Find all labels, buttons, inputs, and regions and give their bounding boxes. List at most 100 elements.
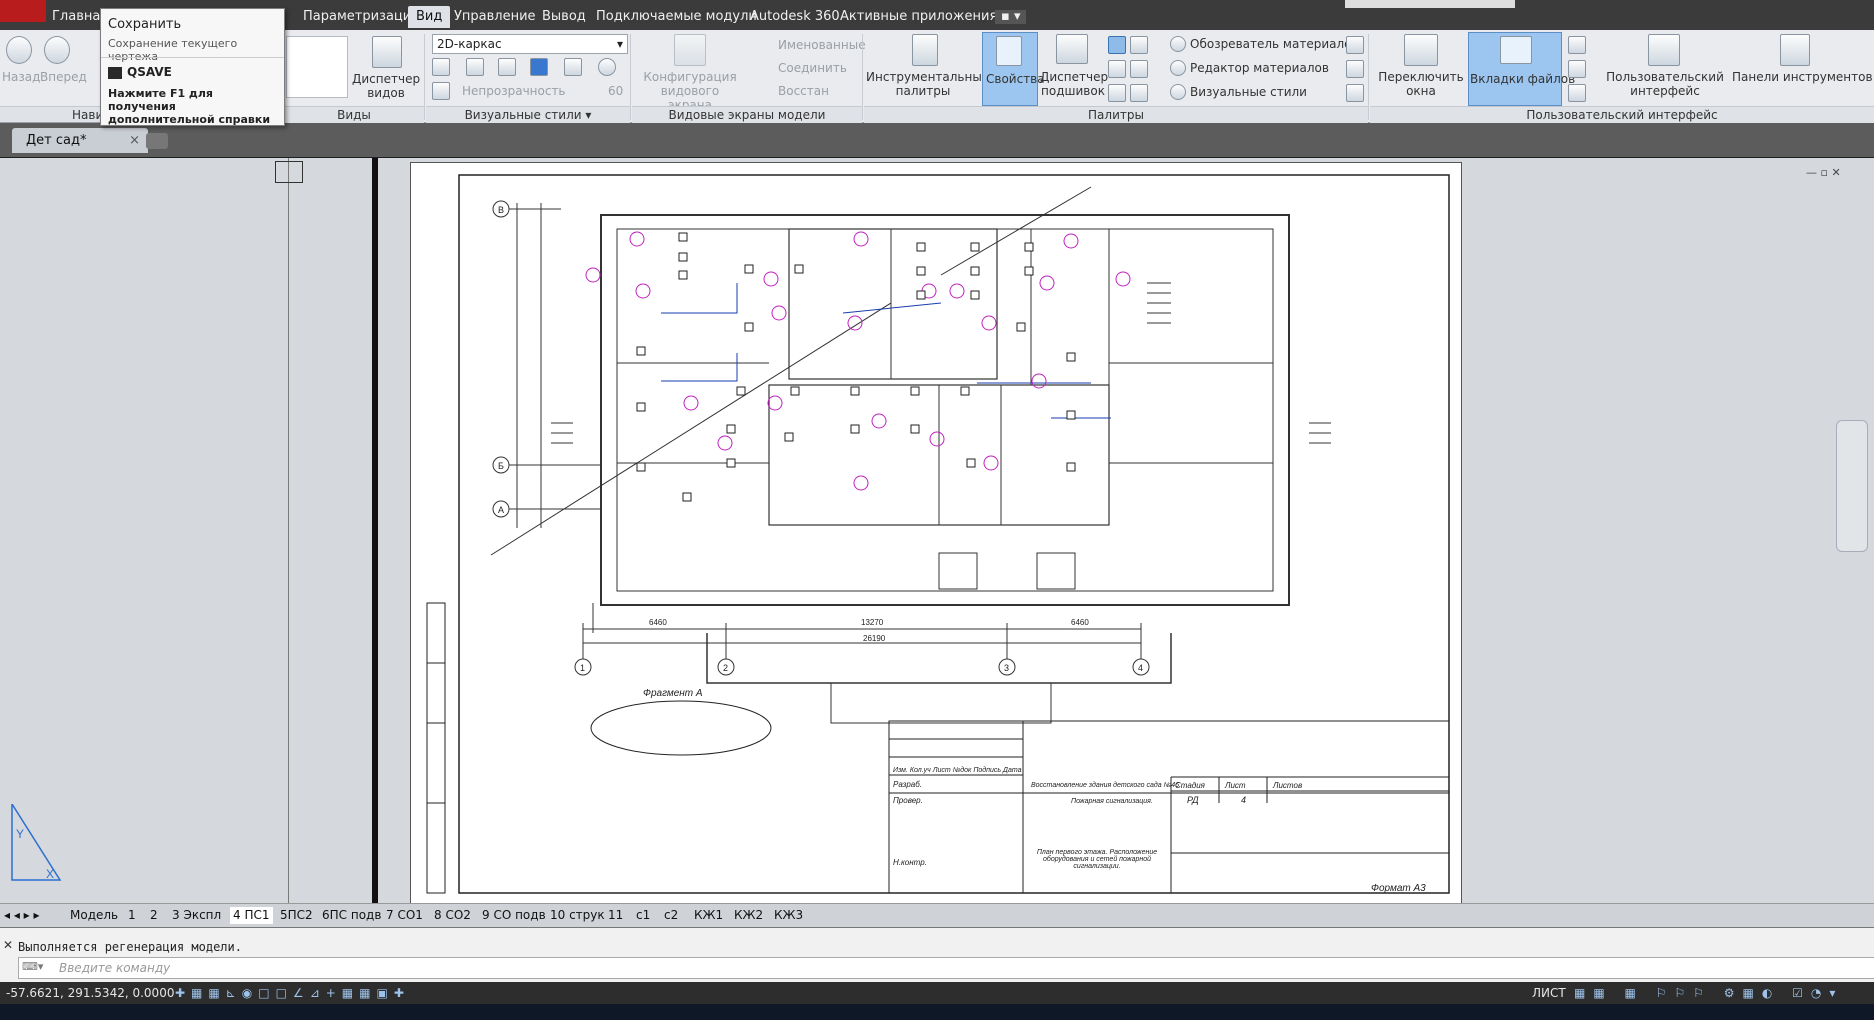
layout-tab-c1[interactable]: с1: [636, 907, 650, 924]
style-icon-6[interactable]: [598, 58, 616, 76]
app-menu-button[interactable]: [0, 0, 46, 22]
floor-plan-drawing[interactable]: 6460 13270 6460 26190 1 2 3 4 А Б В Фраг…: [411, 163, 1461, 903]
visual-styles-manager-button[interactable]: Визуальные стили: [1190, 85, 1307, 99]
toolbars-icon[interactable]: [1780, 34, 1810, 66]
tab-manage[interactable]: Управление: [446, 6, 544, 28]
materials-browser-icon: [1170, 36, 1186, 52]
axis-A: А: [498, 505, 504, 515]
viewport-join-button[interactable]: Соединить: [778, 61, 847, 75]
tooltip-command: QSAVE: [127, 65, 172, 79]
layout-tab-3[interactable]: 3 Экспл: [172, 907, 221, 924]
role-developer: Разраб.: [893, 780, 922, 789]
toolbars-button[interactable]: Панели инструментов: [1732, 70, 1873, 84]
tab-plugins[interactable]: Подключаемые модули: [588, 6, 765, 28]
user-interface-button[interactable]: Пользовательский интерфейс: [1606, 70, 1724, 98]
views-list[interactable]: [286, 36, 348, 98]
layout-tab-1[interactable]: 1: [128, 907, 136, 924]
palette-small-icon-1[interactable]: [1108, 36, 1126, 54]
sheet-set-icon[interactable]: [1056, 34, 1088, 64]
layout-tab-c2[interactable]: с2: [664, 907, 678, 924]
style-icon-3[interactable]: [498, 58, 516, 76]
coordinates-readout[interactable]: -57.6621, 291.5342, 0.0000: [6, 982, 174, 1004]
visual-styles-manager-icon: [1170, 84, 1186, 100]
navigation-bar[interactable]: [1836, 420, 1868, 552]
close-icon[interactable]: ×: [129, 128, 140, 153]
layout-tab-6[interactable]: 6ПС подв: [322, 907, 381, 924]
drafting-toggles[interactable]: ✚▦▦⊾◉□□∠⊿+▦▦▣✚: [175, 982, 410, 1004]
palette-small-icon-4[interactable]: [1130, 60, 1148, 78]
layout-tab-kzh2[interactable]: КЖ2: [734, 907, 763, 924]
sheet-set-button[interactable]: Диспетчер подшивок: [1040, 70, 1108, 98]
style-icon-1[interactable]: [432, 58, 450, 76]
svg-text:Y: Y: [16, 827, 24, 841]
tab-active-apps[interactable]: Активные приложения: [832, 6, 1005, 28]
opacity-value[interactable]: 60: [608, 84, 623, 98]
switch-windows-icon[interactable]: [1404, 34, 1438, 66]
tool-palettes-button[interactable]: Инструментальные палитры: [866, 70, 989, 98]
close-icon[interactable]: ✕: [3, 938, 13, 952]
materials-browser-button[interactable]: Обозреватель материалов: [1190, 37, 1359, 51]
layout-tab-kzh3[interactable]: КЖ3: [774, 907, 803, 924]
viewport-named-button[interactable]: Именованные: [778, 38, 866, 52]
tool-palettes-icon[interactable]: [912, 34, 938, 66]
palette-small-icon-3[interactable]: [1108, 60, 1126, 78]
style-icon-5[interactable]: [564, 58, 582, 76]
layout-tab-2[interactable]: 2: [150, 907, 158, 924]
document-tab[interactable]: Дет сад* ×: [12, 128, 148, 153]
layout-nav-icon[interactable]: ◂ ◂ ▸ ▸: [4, 907, 40, 924]
layout-tab-5[interactable]: 5ПС2: [280, 907, 313, 924]
ui-small-icon-3[interactable]: [1568, 84, 1586, 102]
switch-windows-button[interactable]: Переключить окна: [1378, 70, 1464, 98]
style-icon-4[interactable]: [530, 58, 548, 76]
visual-style-combo[interactable]: 2D-каркас ▾: [432, 34, 628, 54]
viewport-window-controls[interactable]: — ▫ ✕: [1806, 166, 1841, 179]
layout-tab-10[interactable]: 10 струк: [550, 907, 605, 924]
palette-small-icon-2[interactable]: [1130, 36, 1148, 54]
properties-label: Свойства: [986, 72, 1045, 86]
project-name: Восстановление здания детского сада №46.: [1031, 781, 1181, 789]
layout-tab-8[interactable]: 8 СО2: [434, 907, 471, 924]
space-toggle[interactable]: ЛИСТ: [1532, 982, 1566, 1004]
tab-view[interactable]: Вид: [408, 6, 451, 28]
palette-small-icon-9[interactable]: [1346, 84, 1364, 102]
view-manager-icon[interactable]: [372, 36, 402, 68]
command-prompt-icon[interactable]: ⌨▾: [22, 960, 43, 973]
layout-tab-model[interactable]: Модель: [70, 907, 118, 924]
view-manager-button[interactable]: Диспетчер видов: [352, 72, 420, 100]
viewport-restore-button[interactable]: Восстан: [778, 84, 829, 98]
palette-small-icon-6[interactable]: [1130, 84, 1148, 102]
panel-label-user-interface: Пользовательский интерфейс: [1370, 106, 1874, 123]
palette-small-icon-7[interactable]: [1346, 36, 1364, 54]
layout-tab-9[interactable]: 9 СО подв: [482, 907, 546, 924]
materials-editor-button[interactable]: Редактор материалов: [1190, 61, 1329, 75]
ui-small-icon-2[interactable]: [1568, 60, 1586, 78]
palette-small-icon-5[interactable]: [1108, 84, 1126, 102]
panel-visual-styles-text: Визуальные стили: [464, 108, 582, 122]
back-button[interactable]: Назад: [2, 70, 40, 84]
search-input[interactable]: [1345, 0, 1515, 8]
crosshair-cursor: [275, 161, 303, 183]
status-tray-icons[interactable]: ▦▦ ▦ ⚐⚐⚐ ⚙▦◐ ☑◔▾: [1574, 982, 1843, 1004]
tab-output[interactable]: Вывод: [534, 6, 594, 28]
forward-button[interactable]: Вперед: [40, 70, 87, 84]
layout-tab-4-active[interactable]: 4 ПС1: [230, 907, 273, 924]
forward-icon[interactable]: [44, 36, 70, 64]
fragment-label: Фрагмент А: [643, 688, 703, 699]
layout-tab-11[interactable]: 11: [608, 907, 623, 924]
tooltip-description: Сохранение текущего чертежа: [108, 37, 238, 63]
ui-small-icon-1[interactable]: [1568, 36, 1586, 54]
style-icon-2[interactable]: [466, 58, 484, 76]
palette-small-icon-8[interactable]: [1346, 60, 1364, 78]
panel-label-navigate: Нави: [0, 106, 103, 122]
tab-overflow-button[interactable]: ▪ ▾: [995, 10, 1027, 24]
axis-B: Б: [498, 461, 504, 471]
new-tab-button[interactable]: [146, 133, 168, 149]
layout-tab-kzh1[interactable]: КЖ1: [694, 907, 723, 924]
back-icon[interactable]: [6, 36, 32, 64]
command-input[interactable]: Введите команду: [18, 957, 1874, 979]
layout-tab-7[interactable]: 7 СО1: [386, 907, 423, 924]
user-interface-icon[interactable]: [1648, 34, 1680, 66]
viewport-config-icon[interactable]: [674, 34, 706, 66]
materials-editor-icon: [1170, 60, 1186, 76]
axis-4: 4: [1138, 663, 1143, 673]
